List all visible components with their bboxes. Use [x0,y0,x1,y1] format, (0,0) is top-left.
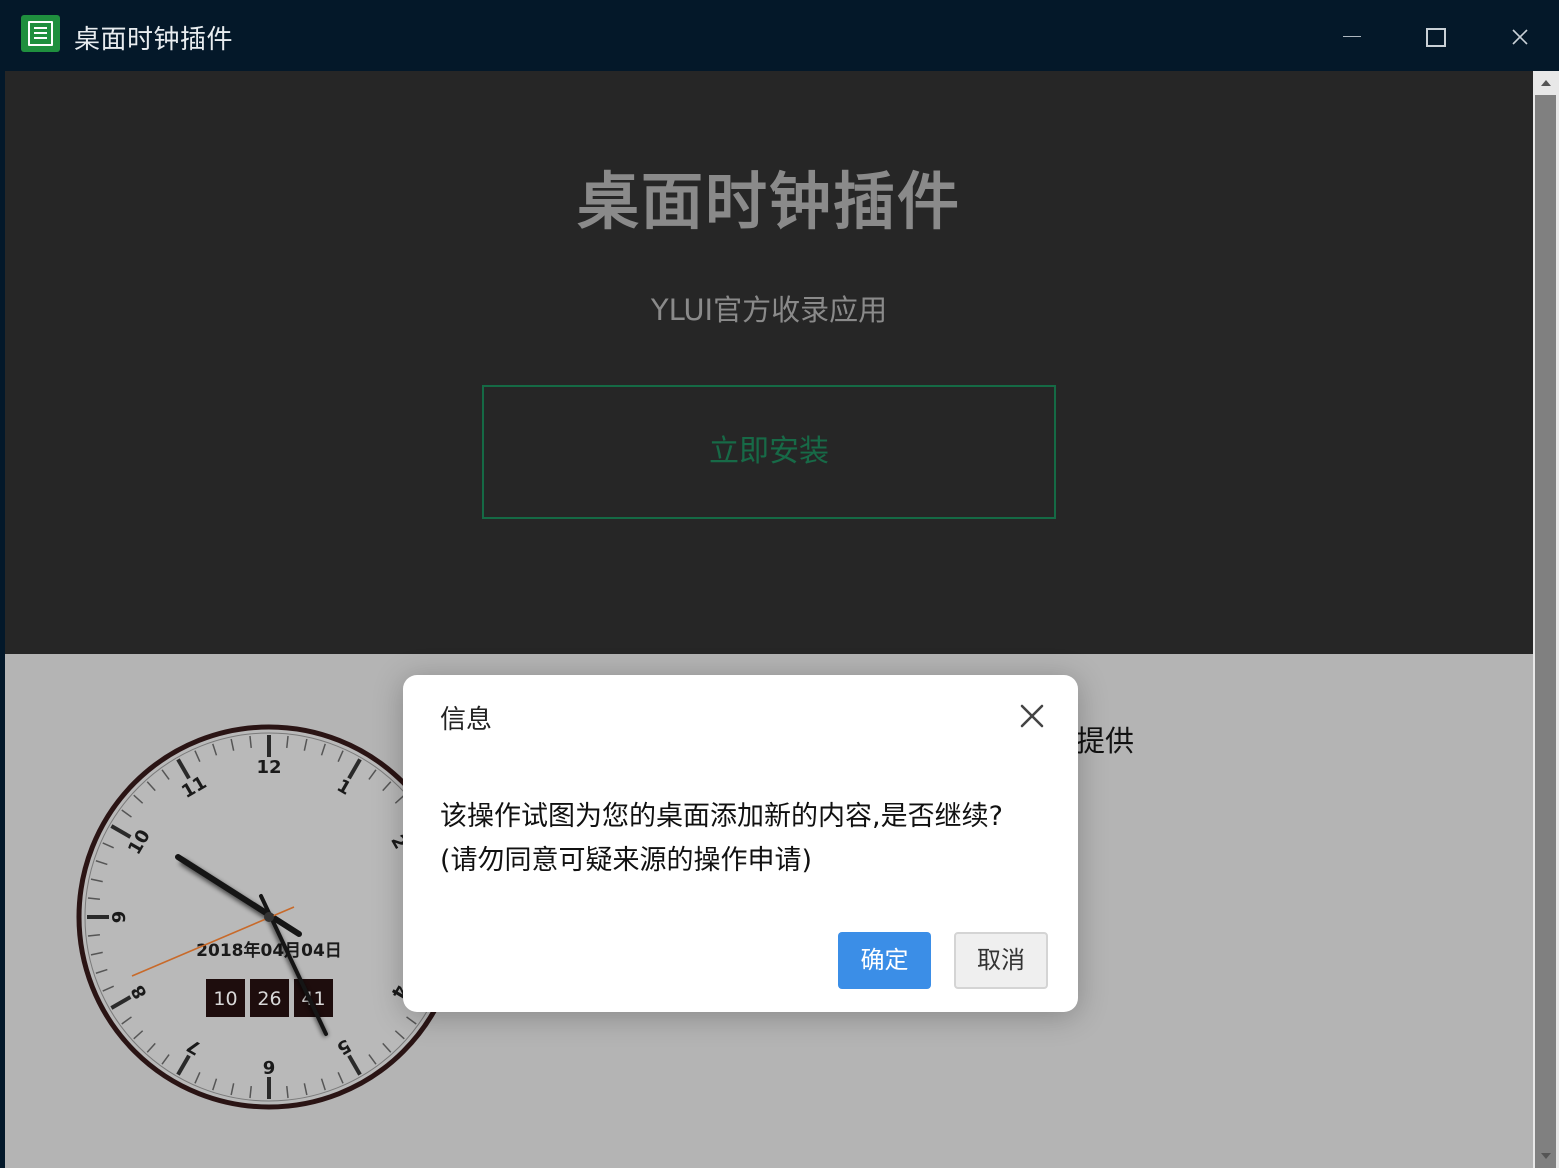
scroll-up-button[interactable] [1533,71,1559,95]
clock-date: 2018年04月04日 [196,940,342,961]
clock-number: 12 [256,757,281,778]
title-bar: 桌面时钟插件 [0,0,1559,71]
triangle-down-icon [1541,1153,1551,1159]
cancel-button[interactable]: 取消 [954,932,1048,989]
confirm-dialog: 信息 该操作试图为您的桌面添加新的内容,是否继续?(请勿同意可疑来源的操作申请)… [403,675,1078,1012]
description-text: 提供 [1076,724,1135,758]
hero-banner: 桌面时钟插件 YLUI官方收录应用 立即安装 [5,71,1533,654]
clock-minute: 26 [257,988,281,1010]
maximize-icon [1426,28,1446,47]
maximize-button[interactable] [1411,12,1461,62]
spreadsheet-app-icon [21,15,60,52]
hero-subtitle: YLUI官方收录应用 [650,293,888,327]
dialog-message: 该操作试图为您的桌面添加新的内容,是否继续?(请勿同意可疑来源的操作申请) [440,801,1003,876]
hero-title: 桌面时钟插件 [576,165,961,238]
minimize-button[interactable] [1327,12,1377,62]
close-icon [1020,704,1044,728]
close-icon [1512,29,1528,45]
dialog-title: 信息 [440,705,493,735]
scroll-thumb[interactable] [1535,95,1556,1168]
clock-hour: 10 [213,988,237,1010]
clock-number: 6 [263,1056,276,1077]
close-button[interactable] [1495,12,1545,62]
minimize-icon [1343,36,1361,37]
vertical-scrollbar[interactable] [1533,71,1559,1168]
window-title: 桌面时钟插件 [74,25,234,55]
dialog-close-button[interactable] [1015,699,1049,733]
triangle-up-icon [1541,80,1551,86]
confirm-button[interactable]: 确定 [838,932,931,989]
scroll-down-button[interactable] [1533,1144,1559,1168]
install-button[interactable]: 立即安装 [482,385,1056,519]
clock-number: 9 [109,911,130,924]
